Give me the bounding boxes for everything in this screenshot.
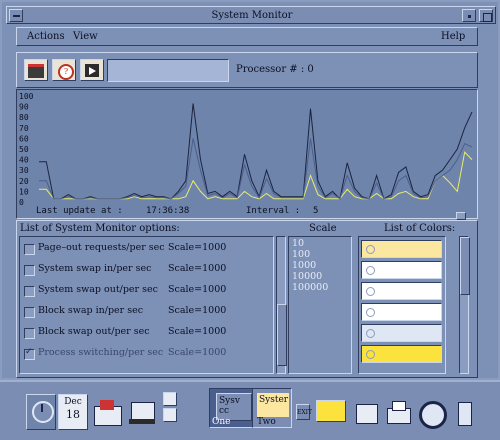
option-scale: Scale=1000 <box>168 263 227 274</box>
y-tick-label: 100 <box>19 92 34 101</box>
processor-label: Processor # : 0 <box>236 64 314 75</box>
y-tick-label: 0 <box>19 198 24 207</box>
window-title: System Monitor <box>211 10 293 21</box>
menu-help[interactable]: Help <box>441 31 465 42</box>
exit-button[interactable]: EXIT <box>296 404 312 420</box>
y-tick-label: 90 <box>19 103 29 112</box>
option-checkbox[interactable] <box>24 286 35 297</box>
last-update-time: 17:36:38 <box>146 206 190 216</box>
option-checkbox[interactable] <box>24 347 35 360</box>
alarm-clock-icon[interactable]: ? <box>52 59 76 81</box>
option-checkbox[interactable] <box>24 307 35 318</box>
series-line-1 <box>39 103 473 200</box>
mailer-icon[interactable] <box>316 400 346 422</box>
title-bar[interactable]: System Monitor <box>6 6 496 24</box>
menu-bar: Actions View Help <box>16 27 478 46</box>
minimize-button[interactable] <box>462 9 476 22</box>
swatch-radio-icon <box>366 350 375 359</box>
workspace-lock-area <box>160 390 178 430</box>
option-row[interactable]: Process switching/per sec Scale=1000 <box>22 345 272 363</box>
graph-resize-handle[interactable] <box>456 212 466 220</box>
processor-field[interactable] <box>107 59 229 82</box>
application-manager-icon[interactable] <box>352 398 382 426</box>
scale-item[interactable]: 1000 <box>292 260 316 271</box>
y-tick-label: 80 <box>19 113 29 122</box>
option-scale: Scale=1000 <box>168 242 227 253</box>
options-title: List of System Monitor options: <box>20 223 180 234</box>
menu-actions[interactable]: Actions <box>27 31 65 42</box>
colors-scrollbar[interactable] <box>459 236 470 374</box>
color-swatch[interactable] <box>361 345 442 363</box>
scale-item[interactable]: 10 <box>292 238 304 249</box>
option-label: Block swap out/per sec <box>38 326 150 337</box>
y-tick-label: 40 <box>19 156 29 165</box>
color-swatch[interactable] <box>361 240 442 258</box>
option-scale: Scale=1000 <box>168 284 227 295</box>
workspace-one[interactable]: Sysv cc One <box>209 388 253 428</box>
calendar-day: 18 <box>66 408 80 421</box>
lock-icon[interactable] <box>163 392 177 406</box>
option-label: System swap out/per sec <box>38 284 158 295</box>
option-label: Page–out requests/per sec <box>38 242 165 253</box>
option-label: Process switching/per sec <box>38 347 164 358</box>
color-swatch[interactable] <box>361 282 442 300</box>
scale-item[interactable]: 100000 <box>292 282 328 293</box>
swatch-radio-icon <box>366 329 375 338</box>
printer-mini-icon[interactable] <box>163 408 177 422</box>
option-row[interactable]: Page–out requests/per sec Scale=1000 <box>22 240 272 258</box>
performance-graph: 100 90 80 70 60 50 40 30 20 10 0 <box>16 89 478 219</box>
workspace-one-label: One <box>212 417 231 427</box>
workspace-two-window: Syster <box>257 393 289 417</box>
swatch-radio-icon <box>366 266 375 275</box>
option-row[interactable]: System swap out/per sec Scale=1000 <box>22 282 272 300</box>
monitor-icon[interactable] <box>24 59 48 81</box>
scale-title: Scale <box>309 223 337 234</box>
option-scale: Scale=1000 <box>168 347 227 358</box>
file-manager-icon[interactable] <box>92 398 124 426</box>
interval-value: 5 <box>313 206 319 216</box>
options-scrollbar[interactable] <box>276 236 287 374</box>
colors-title: List of Colors: <box>384 223 456 234</box>
run-icon[interactable] <box>80 59 104 81</box>
printer-icon[interactable] <box>384 398 414 426</box>
maximize-button[interactable] <box>479 9 493 22</box>
color-swatch[interactable] <box>361 324 442 342</box>
trash-icon[interactable] <box>450 398 478 428</box>
y-tick-label: 70 <box>19 124 29 133</box>
clock-icon[interactable] <box>26 394 56 430</box>
workspace-two[interactable]: Syster Two <box>252 388 292 428</box>
swatch-radio-icon <box>366 245 375 254</box>
y-tick-label: 60 <box>19 134 29 143</box>
option-label: System swap in/per sec <box>38 263 152 274</box>
swatch-radio-icon <box>366 308 375 317</box>
style-manager-icon[interactable] <box>416 398 447 429</box>
y-tick-label: 30 <box>19 166 29 175</box>
swatch-radio-icon <box>366 287 375 296</box>
y-tick-label: 10 <box>19 187 29 196</box>
option-checkbox[interactable] <box>24 244 35 255</box>
text-editor-icon[interactable] <box>128 398 158 426</box>
workspace-two-label: Two <box>257 417 276 427</box>
option-row[interactable]: System swap in/per sec Scale=1000 <box>22 261 272 279</box>
scale-item[interactable]: 100 <box>292 249 310 260</box>
color-swatch[interactable] <box>361 303 442 321</box>
menu-view[interactable]: View <box>73 31 98 42</box>
scale-item[interactable]: 10000 <box>292 271 322 282</box>
color-swatch[interactable] <box>361 261 442 279</box>
option-scale: Scale=1000 <box>168 326 227 337</box>
option-scale: Scale=1000 <box>168 305 227 316</box>
option-label: Block swap in/per sec <box>38 305 144 316</box>
y-tick-label: 50 <box>19 145 29 154</box>
option-row[interactable]: Block swap out/per sec Scale=1000 <box>22 324 272 342</box>
y-tick-label: 20 <box>19 177 29 186</box>
calendar-month: Dec <box>64 397 82 407</box>
last-update-label: Last update at : <box>36 206 123 216</box>
option-checkbox[interactable] <box>24 265 35 276</box>
option-checkbox[interactable] <box>24 328 35 339</box>
interval-label: Interval : <box>246 206 301 216</box>
option-row[interactable]: Block swap in/per sec Scale=1000 <box>22 303 272 321</box>
calendar-icon[interactable]: Dec 18 <box>58 394 88 430</box>
